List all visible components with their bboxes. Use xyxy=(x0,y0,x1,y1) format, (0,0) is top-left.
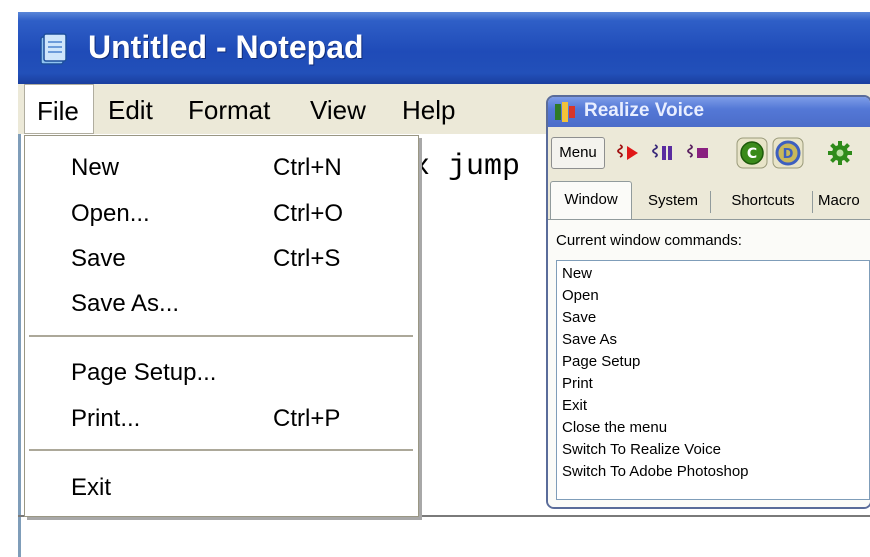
window-commands-panel: Current window commands: New Open Save S… xyxy=(548,219,870,507)
realize-voice-titlebar[interactable]: Realize Voice xyxy=(548,97,870,127)
file-menu-print[interactable]: Print... Ctrl+P xyxy=(25,397,418,439)
file-menu-save[interactable]: Save Ctrl+S xyxy=(25,237,418,279)
menu-item-label: New xyxy=(71,154,120,181)
command-item[interactable]: Save xyxy=(562,307,596,329)
menu-file[interactable]: File xyxy=(24,84,94,134)
menu-item-label: Print... xyxy=(71,405,141,432)
tab-shortcuts[interactable]: Shortcuts xyxy=(716,183,810,219)
file-menu-save-as[interactable]: Save As... xyxy=(25,282,418,324)
file-menu-new[interactable]: New Ctrl+N xyxy=(25,146,418,188)
realize-voice-window: Realize Voice Menu C D Window System Sho… xyxy=(546,95,870,509)
menu-item-label: Page Setup... xyxy=(71,359,217,386)
menu-item-label: Open... xyxy=(71,200,150,227)
notepad-titlebar[interactable]: Untitled - Notepad xyxy=(18,12,870,84)
realize-voice-toolbar: Menu C D xyxy=(548,129,870,181)
menu-view[interactable]: View xyxy=(310,84,366,134)
menu-item-shortcut: Ctrl+P xyxy=(273,405,341,432)
pause-icon[interactable] xyxy=(651,139,679,167)
command-item[interactable]: Switch To Adobe Photoshop xyxy=(562,461,749,483)
menu-item-label: Save xyxy=(71,245,126,272)
realize-voice-tabs: Window System Shortcuts Macro xyxy=(548,181,870,219)
file-menu-open[interactable]: Open... Ctrl+O xyxy=(25,192,418,234)
menu-item-shortcut: Ctrl+N xyxy=(273,154,342,181)
file-menu-exit[interactable]: Exit xyxy=(25,466,418,508)
command-item[interactable]: Open xyxy=(562,285,599,307)
file-dropdown-menu: New Ctrl+N Open... Ctrl+O Save Ctrl+S Sa… xyxy=(24,135,419,517)
command-item[interactable]: Page Setup xyxy=(562,351,640,373)
menu-separator xyxy=(29,449,413,451)
command-item[interactable]: New xyxy=(562,263,592,285)
notepad-app-icon xyxy=(40,33,67,65)
gear-icon[interactable] xyxy=(826,139,854,167)
menu-item-label: Exit xyxy=(71,474,112,501)
menu-help[interactable]: Help xyxy=(402,84,455,134)
command-item[interactable]: Save As xyxy=(562,329,617,351)
tab-separator xyxy=(812,191,813,213)
command-item[interactable]: Exit xyxy=(562,395,587,417)
svg-text:D: D xyxy=(783,147,794,162)
d-badge-icon[interactable]: D xyxy=(772,137,804,169)
document-text: x jump xyxy=(412,150,521,184)
menu-item-shortcut: Ctrl+S xyxy=(273,245,341,272)
record-icon[interactable] xyxy=(616,139,644,167)
commands-listbox[interactable]: New Open Save Save As Page Setup Print E… xyxy=(556,260,870,500)
notepad-title: Untitled - Notepad xyxy=(88,29,364,65)
file-menu-page-setup[interactable]: Page Setup... xyxy=(25,351,418,393)
menu-edit[interactable]: Edit xyxy=(108,84,153,134)
tab-system[interactable]: System xyxy=(638,183,708,219)
menu-item-label: Save As... xyxy=(71,290,180,317)
c-badge-icon[interactable]: C xyxy=(736,137,768,169)
realize-voice-app-icon xyxy=(555,102,575,122)
command-item[interactable]: Print xyxy=(562,373,593,395)
tab-separator xyxy=(710,191,711,213)
stop-icon[interactable] xyxy=(686,139,714,167)
tab-window[interactable]: Window xyxy=(550,181,632,219)
menu-format[interactable]: Format xyxy=(188,84,270,134)
menu-item-shortcut: Ctrl+O xyxy=(273,200,344,227)
commands-label: Current window commands: xyxy=(556,232,742,249)
command-item[interactable]: Close the menu xyxy=(562,417,667,439)
svg-text:C: C xyxy=(747,146,757,162)
realize-voice-title: Realize Voice xyxy=(584,100,705,121)
tab-macro[interactable]: Macro xyxy=(818,183,870,219)
command-item[interactable]: Switch To Realize Voice xyxy=(562,439,721,461)
menu-separator xyxy=(29,335,413,337)
rv-menu-button[interactable]: Menu xyxy=(551,137,605,169)
